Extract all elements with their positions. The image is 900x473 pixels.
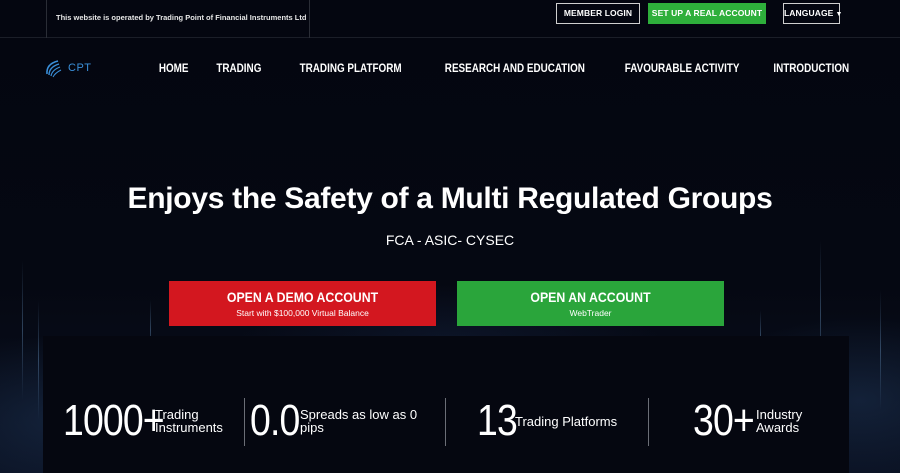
- stat-label: Industry Awards: [756, 407, 803, 435]
- nav-trading-platform[interactable]: TRADING PLATFORM: [299, 63, 401, 75]
- stat-awards: 30+ Industry Awards: [693, 396, 802, 446]
- stat-divider: [445, 398, 446, 446]
- real-account-button[interactable]: SET UP A REAL ACCOUNT: [648, 3, 766, 24]
- stat-label: Trading Platforms: [515, 413, 618, 429]
- nav-introduction[interactable]: INTRODUCTION: [773, 63, 849, 75]
- main-nav: HOME TRADING TRADING PLATFORM RESEARCH A…: [154, 63, 849, 75]
- nav-trading[interactable]: TRADING: [217, 63, 262, 75]
- operator-notice: This website is operated by Trading Poin…: [46, 0, 310, 38]
- stat-number: 13: [477, 396, 518, 445]
- stat-divider: [244, 398, 245, 446]
- swirl-logo-icon: [46, 60, 62, 78]
- logo-text: CPT: [68, 62, 92, 74]
- stat-label: Trading Instruments: [155, 407, 223, 435]
- open-button-label: OPEN AN ACCOUNT: [530, 289, 651, 305]
- hero-title: Enjoys the Safety of a Multi Regulated G…: [127, 182, 773, 215]
- demo-button-label: OPEN A DEMO ACCOUNT: [226, 289, 379, 305]
- stat-platforms: 13 Trading Platforms: [477, 396, 617, 446]
- stat-number: 30+: [693, 396, 755, 445]
- stat-number: 1000+: [63, 396, 165, 445]
- nav-home[interactable]: HOME: [159, 63, 189, 75]
- caret-down-icon: ▼: [835, 11, 843, 18]
- nav-favourable-activity[interactable]: FAVOURABLE ACTIVITY: [625, 63, 740, 75]
- logo[interactable]: CPT: [44, 57, 92, 79]
- open-account-button[interactable]: OPEN AN ACCOUNT WebTrader: [457, 281, 724, 326]
- language-label: LANGUAGE: [784, 8, 834, 18]
- stat-instruments: 1000+ Trading Instruments: [63, 396, 223, 446]
- nav-research-education[interactable]: RESEARCH AND EDUCATION: [445, 63, 585, 75]
- stat-label: Spreads as low as 0 pips: [300, 407, 418, 435]
- open-button-sublabel: WebTrader: [569, 308, 612, 318]
- member-login-button[interactable]: MEMBER LOGIN: [556, 3, 640, 24]
- demo-button-sublabel: Start with $100,000 Virtual Balance: [236, 308, 369, 318]
- top-bar: This website is operated by Trading Poin…: [0, 0, 900, 38]
- stats-panel: 1000+ Trading Instruments 0.0 Spreads as …: [43, 336, 849, 473]
- stat-number: 0.0: [250, 396, 300, 445]
- stat-spreads: 0.0 Spreads as low as 0 pips: [250, 396, 417, 446]
- hero-subtitle: FCA - ASIC- CYSEC: [385, 232, 515, 248]
- open-demo-account-button[interactable]: OPEN A DEMO ACCOUNT Start with $100,000 …: [169, 281, 436, 326]
- stat-divider: [648, 398, 649, 446]
- language-dropdown[interactable]: LANGUAGE ▼: [783, 3, 843, 24]
